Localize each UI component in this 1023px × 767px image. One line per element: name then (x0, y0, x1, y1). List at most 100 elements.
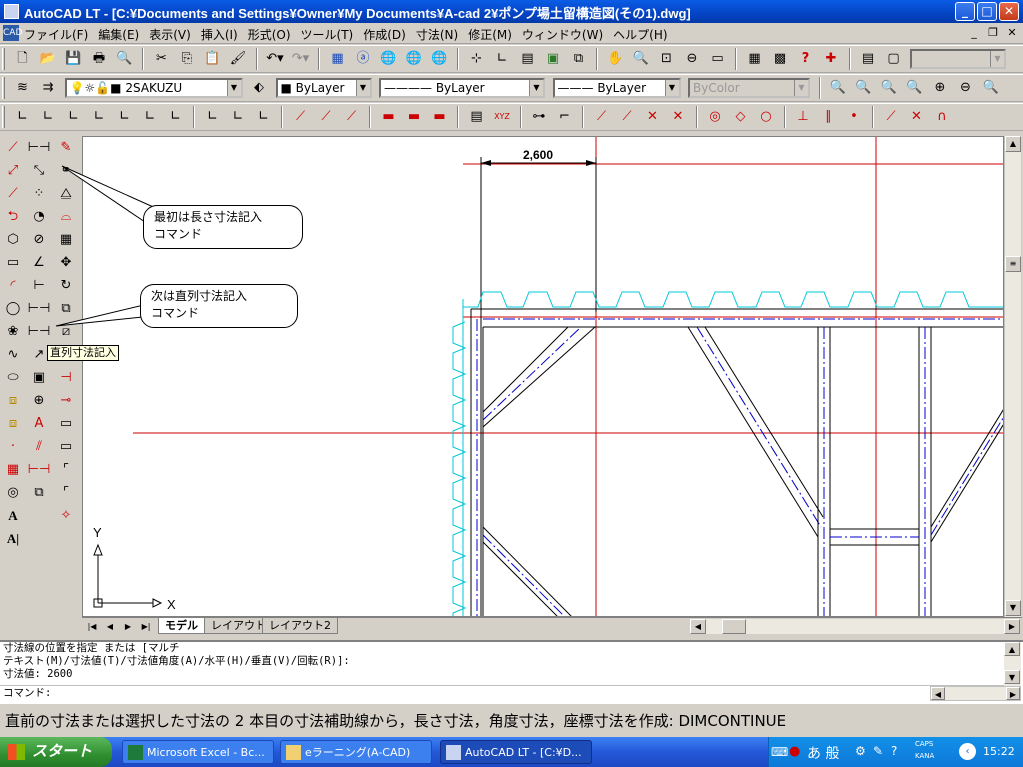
ucs-apply-icon[interactable]: ⟋ (290, 106, 312, 128)
view-combo[interactable]: ▼ (910, 49, 1006, 69)
copy-icon[interactable]: ⎘ (176, 48, 198, 70)
menu-edit[interactable]: 編集(E) (98, 26, 139, 43)
snap-perpendicular-icon[interactable]: ⊥ (792, 106, 814, 128)
snap-apparent-icon[interactable]: ✕ (667, 106, 689, 128)
chevron-down-icon[interactable]: ▼ (226, 80, 241, 96)
ellipse-icon[interactable]: ⬭ (1, 366, 25, 389)
radius-dimension-icon[interactable]: ◔ (27, 205, 51, 228)
stretch-icon[interactable]: ⧄ (54, 320, 78, 343)
properties-icon[interactable]: ▣ (542, 48, 564, 70)
undo-icon[interactable]: ↶▾ (264, 48, 286, 70)
circle-icon[interactable]: ◯ (1, 297, 25, 320)
snap-intersection-icon[interactable]: ✕ (642, 106, 664, 128)
snap-endpoint-icon[interactable]: ⟋ (591, 106, 613, 128)
make-current-icon[interactable]: ⇉ (37, 77, 59, 99)
snap-midpoint-icon[interactable]: ⟋ (616, 106, 638, 128)
match-properties-icon[interactable]: 🖌 (227, 48, 249, 70)
plotstyle-combo[interactable]: ByColor ▼ (688, 78, 810, 98)
move-icon[interactable]: ✥ (54, 251, 78, 274)
polyline-icon[interactable]: ⮌ (1, 205, 25, 228)
snap-none-icon[interactable]: ✕ (906, 106, 928, 128)
doc-restore-button[interactable]: ❐ (985, 26, 1001, 40)
ime-tool-icon[interactable]: ⚙ (855, 744, 866, 758)
mtext-icon[interactable]: A (1, 504, 25, 527)
dimstyle-icon[interactable]: ⧉ (27, 481, 51, 504)
continue-dimension-icon[interactable]: ⊢⊣ (27, 320, 51, 343)
massprop-icon[interactable]: ▬ (429, 106, 451, 128)
vertical-scrollbar[interactable]: ▲ ≡ ▼ (1004, 136, 1021, 617)
ucs-3point-icon[interactable]: ∟ (165, 106, 187, 128)
zoom-all-icon[interactable]: 🔍 (980, 77, 1002, 99)
zoom-scale-icon[interactable]: 🔍 (878, 77, 900, 99)
toolbar-grip[interactable] (2, 77, 5, 99)
today-icon[interactable]: ✚ (820, 48, 842, 70)
ucs-prev-icon[interactable]: ⟋ (341, 106, 363, 128)
scale-icon[interactable]: ⧉ (54, 297, 78, 320)
tolerance-icon[interactable]: ▣ (27, 366, 51, 389)
web2-icon[interactable]: 🌐 (403, 48, 425, 70)
line-icon[interactable]: ⟋ (1, 136, 25, 159)
ucs-y-icon[interactable]: ∟ (227, 106, 249, 128)
point-icon[interactable]: · (1, 435, 25, 458)
offset-icon[interactable]: ⌓ (54, 205, 78, 228)
snap-tangent-icon[interactable]: ○ (755, 106, 777, 128)
image-icon[interactable]: ▩ (769, 48, 791, 70)
scroll-down-icon[interactable]: ▼ (1005, 600, 1021, 616)
fillet-icon[interactable]: ⌜ (54, 481, 78, 504)
scroll-left-icon[interactable]: ◀ (690, 619, 706, 634)
scroll-thumb[interactable]: ≡ (1005, 256, 1021, 272)
viewport-icon[interactable]: ▢ (883, 48, 905, 70)
help-icon[interactable]: ? (891, 744, 897, 758)
linetype-combo[interactable]: ———— ByLayer ▼ (379, 78, 545, 98)
menu-tools[interactable]: ツール(T) (301, 26, 354, 43)
color-combo[interactable]: ■ ByLayer ▼ (275, 78, 372, 98)
zoom-out-icon[interactable]: ⊖ (955, 77, 977, 99)
last-tab-icon[interactable]: ▶| (138, 619, 154, 634)
autocad-app-icon[interactable] (4, 4, 19, 19)
command-line-input[interactable]: コマンド: (0, 685, 1004, 700)
snap-parallel-icon[interactable]: ∥ (818, 106, 840, 128)
paste-icon[interactable]: 📋 (202, 48, 224, 70)
ime-pad-icon[interactable]: ✎ (873, 744, 883, 758)
xref-icon[interactable]: ⧉ (568, 48, 590, 70)
web-icon[interactable]: 🌐 (378, 48, 400, 70)
minimize-button[interactable]: _ (955, 2, 975, 21)
pan-icon[interactable]: ✋ (605, 48, 627, 70)
temp-track-icon[interactable]: ⊶ (528, 106, 550, 128)
ucs-view-icon[interactable]: ∟ (88, 106, 110, 128)
zoom-previous-icon[interactable]: ⊖ (681, 48, 703, 70)
snap-center-icon[interactable]: ◎ (704, 106, 726, 128)
list-icon[interactable]: ▤ (466, 106, 488, 128)
spline-icon[interactable]: ∿ (1, 343, 25, 366)
snap-quadrant-icon[interactable]: ◇ (730, 106, 752, 128)
redraw-icon[interactable]: ▭ (707, 48, 729, 70)
mirror-icon[interactable]: ⧋ (54, 182, 78, 205)
hyperlink-icon[interactable]: ⓐ (352, 48, 374, 70)
osnap-settings-icon[interactable]: ∩ (931, 106, 953, 128)
scroll-up-icon[interactable]: ▲ (1005, 136, 1021, 152)
insert-block-icon[interactable]: ⧈ (1, 389, 25, 412)
scroll-thumb[interactable] (722, 619, 746, 634)
trim-icon[interactable]: ⊣ (54, 366, 78, 389)
start-button[interactable]: スタート (0, 737, 112, 767)
ucs-x-icon[interactable]: ∟ (202, 106, 224, 128)
array-icon[interactable]: ▦ (54, 228, 78, 251)
chevron-down-icon[interactable]: ▼ (529, 80, 543, 96)
redo-icon[interactable]: ↷▾ (290, 48, 312, 70)
layer-manager-icon[interactable]: ≋ (12, 77, 34, 99)
chevron-down-icon[interactable]: ▼ (794, 80, 808, 96)
task-excel[interactable]: Microsoft Excel - Bc... (122, 740, 274, 764)
osnap-icon[interactable]: ⊹ (466, 48, 488, 70)
task-autocad[interactable]: AutoCAD LT - [C:¥D... (440, 740, 592, 764)
next-tab-icon[interactable]: ▶ (120, 619, 136, 634)
toolbar-grip[interactable] (2, 48, 5, 70)
maximize-button[interactable]: □ (977, 2, 997, 21)
zoom-window-icon[interactable]: ⊡ (656, 48, 678, 70)
menu-dimension[interactable]: 寸法(N) (416, 26, 458, 43)
tab-layout2[interactable]: レイアウト2 (262, 618, 338, 634)
explode-icon[interactable]: ✧ (54, 504, 78, 527)
rotate-icon[interactable]: ↻ (54, 274, 78, 297)
copy-object-icon[interactable]: ⚭ (54, 159, 78, 182)
baseline-dimension-icon[interactable]: ⊢⊣ (27, 297, 51, 320)
chevron-down-icon[interactable]: ▼ (664, 80, 679, 96)
